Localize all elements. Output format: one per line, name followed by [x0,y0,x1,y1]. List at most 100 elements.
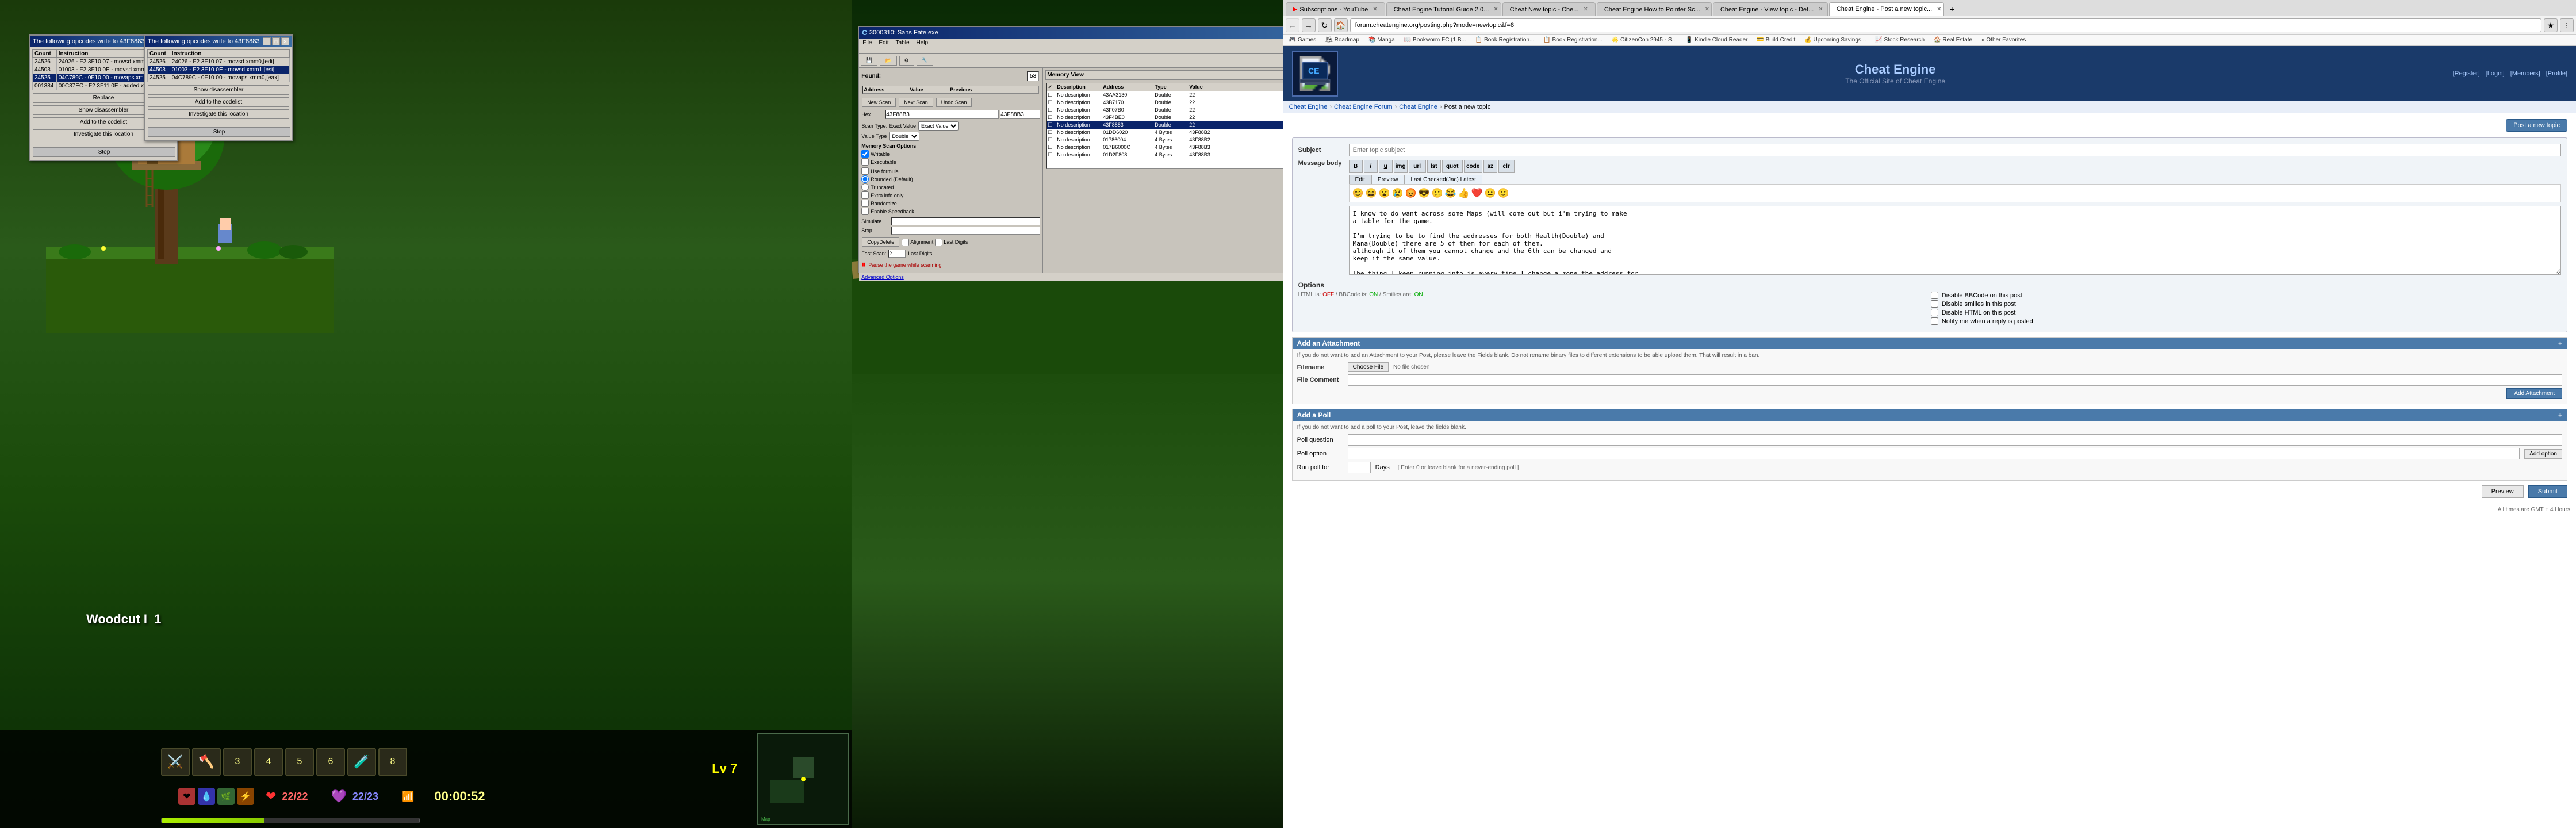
address-bar[interactable] [1350,18,2542,32]
nav-members[interactable]: [Members] [2510,70,2540,77]
fmt-code[interactable]: code [1464,160,1482,172]
scan-minimize-btn[interactable]: _ [263,37,271,45]
truncated-radio[interactable] [861,183,869,191]
address-entry[interactable]: ☐No description43AA3130Double22 [1047,91,1283,99]
nav-register[interactable]: [Register] [2453,70,2480,77]
smiley-7[interactable]: 😕 [1432,187,1443,199]
inv-slot-6[interactable]: 6 [316,747,345,776]
bookmark-citizencon[interactable]: 🌟 CitizenCon 2945 - S... [1608,36,1680,44]
add-attachment-btn[interactable]: Add Attachment [2506,388,2562,399]
bookmark-manga[interactable]: 📚 Manga [1365,36,1398,44]
inv-slot-8[interactable]: 8 [378,747,407,776]
fmt-bold[interactable]: B [1349,160,1363,172]
stop-input[interactable] [891,227,1040,235]
tab-ce-new-topic[interactable]: Cheat New topic - Che... ✕ [1502,2,1596,16]
fmt-url[interactable]: url [1409,160,1426,172]
stop-btn[interactable]: Stop [33,147,175,157]
file-comment-input[interactable] [1348,374,2562,386]
bookmark-realestate[interactable]: 🏠 Real Estate [1930,36,1976,44]
menu-help[interactable]: Help [913,39,932,53]
smiley-12[interactable]: 🙂 [1498,187,1509,199]
bookmark-roadmap[interactable]: 🗺 Roadmap [1322,36,1363,44]
address-entry[interactable]: ☐No description43F07B0Double22 [1047,106,1283,114]
fmt-size[interactable]: sz [1483,160,1497,172]
scan-maximize-btn[interactable]: □ [272,37,280,45]
address-entry[interactable]: ☐No description01DD60204 Bytes43F88B2 [1047,129,1283,136]
next-scan-btn[interactable]: Next Scan [899,98,933,107]
menu-edit[interactable]: Edit [875,39,892,53]
html-checkbox[interactable] [1931,309,1938,316]
smiley-6[interactable]: 😎 [1419,187,1430,199]
smiley-9[interactable]: 👍 [1458,187,1470,199]
tab-close-tutorial[interactable]: ✕ [1493,6,1498,13]
fmt-list[interactable]: lst [1427,160,1441,172]
menu-file[interactable]: File [859,39,875,53]
scan-show-disasm-btn[interactable]: Show disassembler [148,85,289,95]
tab-close-pointer[interactable]: ✕ [1705,6,1709,13]
rounded-radio[interactable] [861,175,869,183]
table-row[interactable]: 44503 01003 - F2 3F10 0E - movsd xmm1,[e… [148,66,290,74]
editor-tab-edit[interactable]: Edit [1349,175,1371,184]
bookmark-bookworm[interactable]: 📖 Bookworm FC (1 B... [1401,36,1470,44]
new-scan-btn[interactable]: New Scan [862,98,896,107]
menu-table[interactable]: Table [892,39,913,53]
message-textarea[interactable]: I know to do want across some Maps (will… [1349,206,2561,275]
bookmark-build-credit[interactable]: 💳 Build Credit [1753,36,1799,44]
editor-tab-preview[interactable]: Preview [1371,175,1405,184]
new-tab-btn[interactable]: + [1945,2,1959,16]
nav-login[interactable]: [Login] [2486,70,2505,77]
breadcrumb-forum[interactable]: Cheat Engine Forum [1334,103,1393,110]
speedhack-checkbox[interactable] [861,208,869,215]
writable-checkbox[interactable] [861,150,869,158]
undo-scan-btn[interactable]: Undo Scan [936,98,972,107]
bbcode-checkbox[interactable] [1931,292,1938,299]
scan-results-list[interactable]: Address Value Previous 31C0DB4 43F88B3 4… [862,86,1039,94]
tab-ce-tutorial[interactable]: Cheat Engine Tutorial Guide 2.0... ✕ [1386,2,1501,16]
executable-checkbox[interactable] [861,158,869,166]
tab-ce-view-topic[interactable]: Cheat Engine - View topic - Det... ✕ [1713,2,1828,16]
smiley-1[interactable]: 😊 [1352,187,1364,199]
attachment-toggle[interactable]: + [2558,339,2562,347]
advanced-options-link[interactable]: Advanced Options [861,274,904,280]
toolbar-btn-4[interactable]: 🔧 [917,56,933,66]
tab-close-new-topic[interactable]: ✕ [1583,6,1588,13]
hex-input[interactable] [885,110,999,119]
bookmark-stock[interactable]: 📈 Stock Research [1872,36,1928,44]
scan-stop-btn[interactable]: Stop [148,127,290,137]
post-new-topic-btn[interactable]: Post a new topic [2506,119,2567,132]
tab-close-view[interactable]: ✕ [1818,6,1823,13]
smiley-11[interactable]: 😐 [1485,187,1496,199]
bookmark-games[interactable]: 🎮 Games [1286,36,1320,44]
fmt-img[interactable]: img [1394,160,1408,172]
simulate-input[interactable] [891,217,1040,225]
settings-btn[interactable]: ⋮ [2560,18,2574,32]
fmt-quote[interactable]: quot [1442,160,1463,172]
notify-checkbox[interactable] [1931,317,1938,325]
smiley-8[interactable]: 😂 [1445,187,1456,199]
smiley-4[interactable]: 😢 [1392,187,1404,199]
tab-close-post[interactable]: ✕ [1937,6,1941,13]
table-row[interactable]: 24525 04C789C - 0F10 00 - movaps xmm0,[e… [148,74,290,82]
choose-file-btn[interactable]: Choose File [1348,362,1389,372]
address-entry[interactable]: ☐No description017860044 Bytes43F88B2 [1047,136,1283,144]
address-entry[interactable]: ☐No description43B7170Double22 [1047,99,1283,106]
fmt-underline[interactable]: u [1379,160,1393,172]
address-entry[interactable]: ☐No description43F4BE0Double22 [1047,114,1283,121]
toolbar-btn-2[interactable]: 📂 [880,56,896,66]
breadcrumb-home[interactable]: Cheat Engine [1289,103,1328,110]
inv-slot-4[interactable]: 4 [254,747,283,776]
value-type-select[interactable]: Double Float 4 Bytes [889,132,919,141]
smiley-2[interactable]: 😄 [1366,187,1377,199]
smiley-10[interactable]: ❤️ [1471,187,1483,199]
preview-btn[interactable]: Preview [2482,485,2524,498]
home-btn[interactable]: 🏠 [1334,18,1348,32]
tab-youtube[interactable]: ▶ Subscriptions - YouTube ✕ [1286,2,1385,16]
inv-slot-1[interactable]: ⚔️ [161,747,190,776]
submit-btn[interactable]: Submit [2528,485,2567,498]
poll-question-input[interactable] [1348,434,2562,446]
prev-input[interactable] [1000,110,1040,119]
scan-type-select[interactable]: Exact Value [918,121,959,131]
tab-close-youtube[interactable]: ✕ [1373,6,1377,13]
breadcrumb-ce[interactable]: Cheat Engine [1399,103,1438,110]
fmt-color[interactable]: clr [1498,160,1515,172]
